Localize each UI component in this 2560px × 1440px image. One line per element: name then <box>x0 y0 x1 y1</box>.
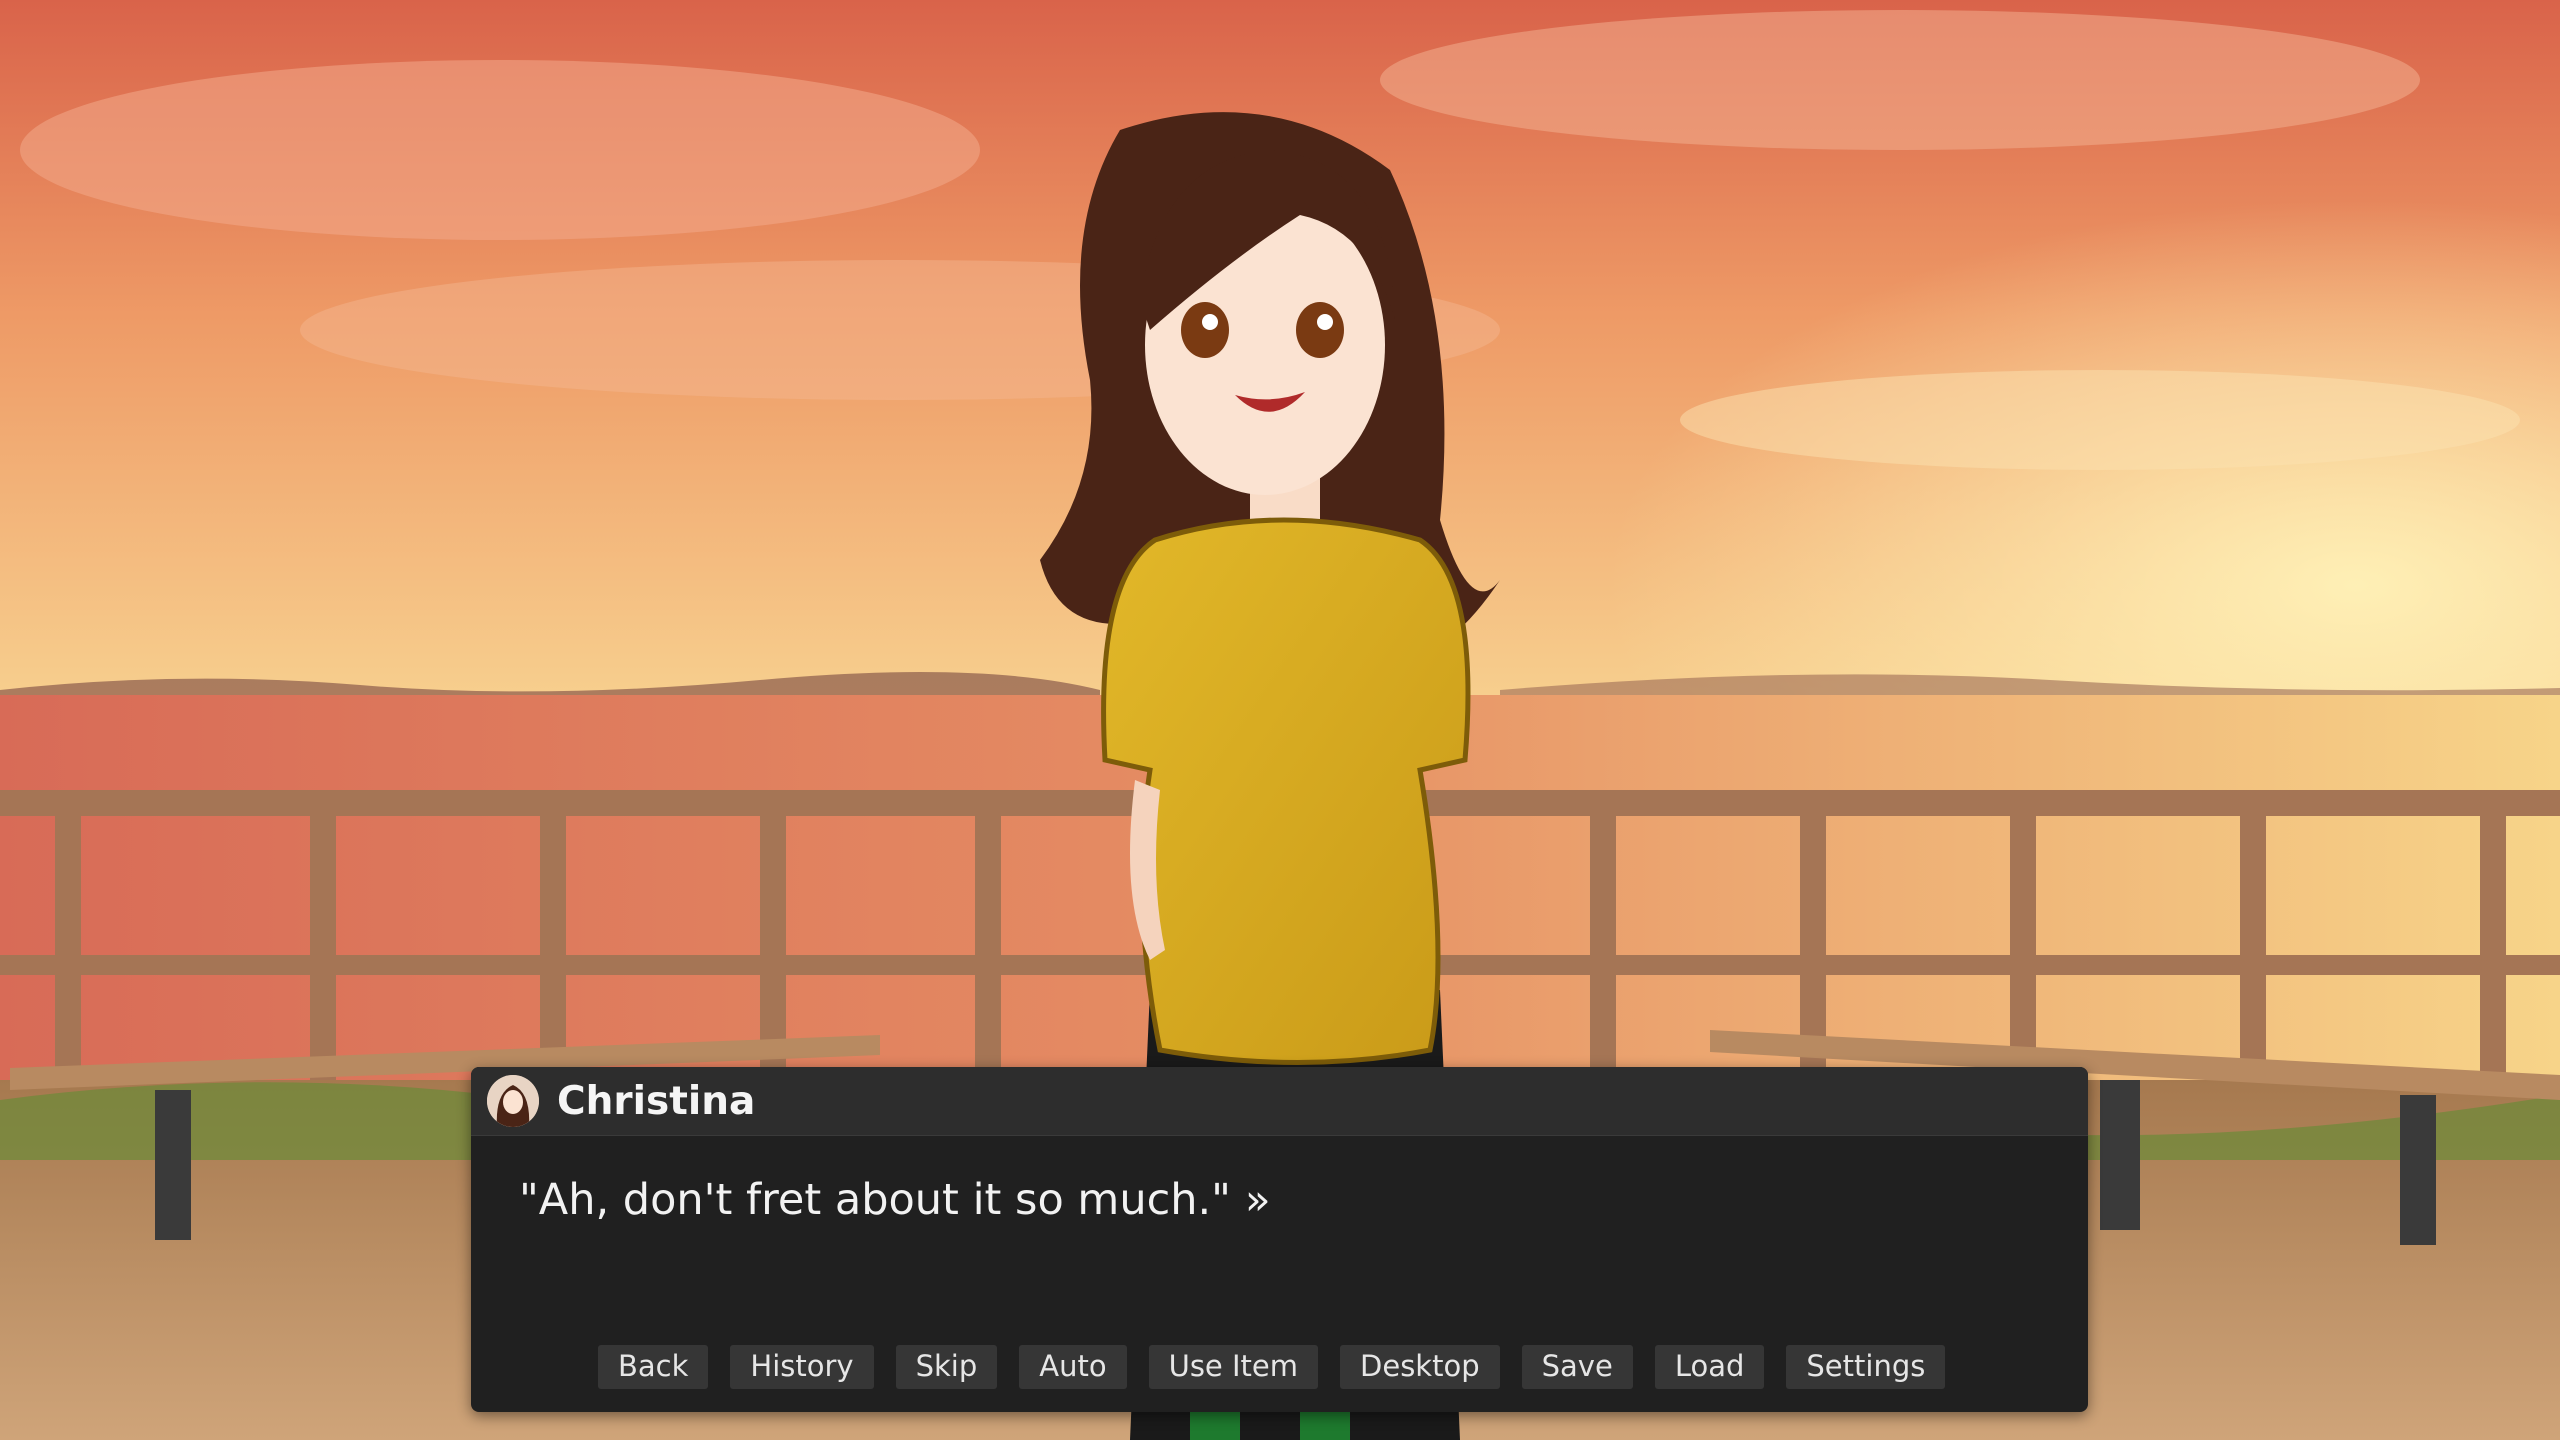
save-button[interactable]: Save <box>1521 1345 1633 1389</box>
speaker-avatar <box>487 1075 539 1127</box>
skip-button[interactable]: Skip <box>895 1345 998 1389</box>
quick-menu: Back History Skip Auto Use Item Desktop … <box>598 1345 1946 1389</box>
use-item-button[interactable]: Use Item <box>1148 1345 1319 1389</box>
dialog-line: "Ah, don't fret about it so much." » <box>519 1175 1271 1225</box>
dialog-box[interactable]: Christina "Ah, don't fret about it so mu… <box>471 1067 2088 1412</box>
dialog-text: "Ah, don't fret about it so much." <box>519 1175 1231 1225</box>
load-button[interactable]: Load <box>1654 1345 1765 1389</box>
double-chevron-right-icon[interactable]: » <box>1245 1175 1271 1224</box>
back-button[interactable]: Back <box>598 1345 709 1389</box>
history-button[interactable]: History <box>730 1345 874 1389</box>
dialog-header: Christina <box>471 1067 2088 1136</box>
auto-button[interactable]: Auto <box>1019 1345 1127 1389</box>
speaker-name: Christina <box>557 1078 756 1124</box>
desktop-button[interactable]: Desktop <box>1340 1345 1500 1389</box>
settings-button[interactable]: Settings <box>1786 1345 1946 1389</box>
